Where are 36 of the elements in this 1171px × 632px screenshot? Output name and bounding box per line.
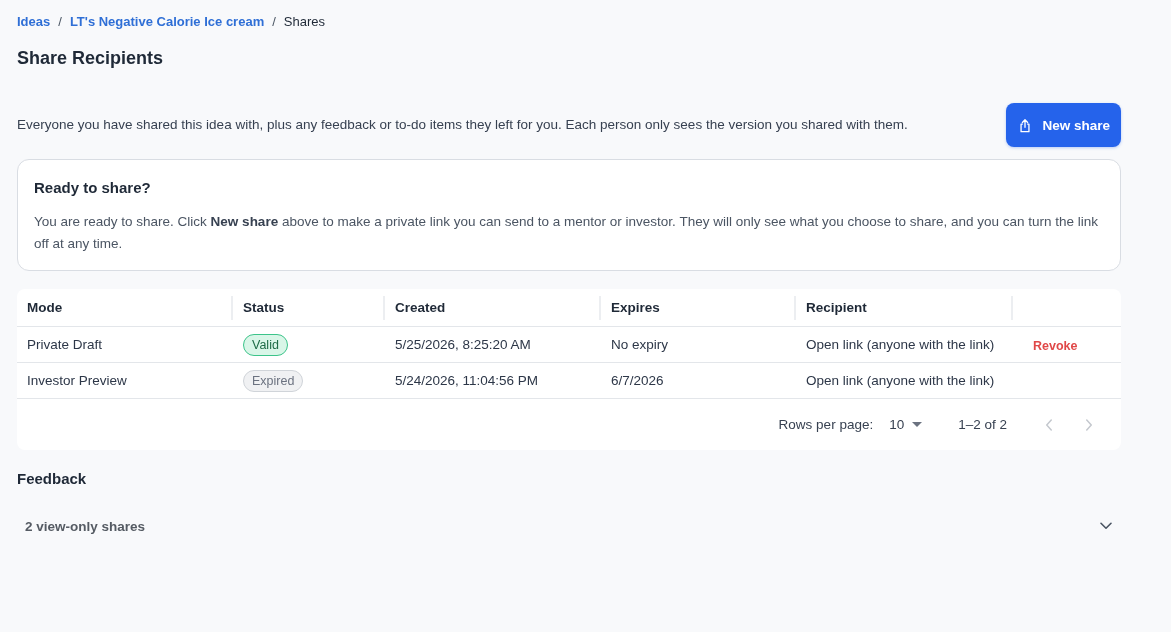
- card-body-text: You are ready to share. Click New share above to make a private link you can send to a mentor or investor. They will only see what you choose to share, and you can turn the link off at any time.: [34, 213, 1100, 253]
- rows-per-page-label: Rows per page:: [778, 417, 874, 432]
- card-title: Ready to share?: [34, 178, 152, 198]
- new-share-button[interactable]: New share: [1006, 103, 1121, 147]
- breadcrumb-link[interactable]: LT's Negative Calorie Ice cream: [69, 13, 265, 31]
- table-cell-text: 6/7/2026: [610, 372, 665, 390]
- share-icon: [1018, 117, 1033, 133]
- section-heading: Feedback: [17, 469, 88, 489]
- column-header: Created: [385, 289, 601, 326]
- column-header: Status: [233, 289, 385, 326]
- caret-icon: [912, 422, 923, 427]
- table-cell-text: Investor Preview: [26, 372, 128, 390]
- breadcrumb-separator: /: [272, 13, 276, 31]
- table-cell-text: Open link (anyone with the link): [805, 336, 996, 354]
- table-cell-text: Open link (anyone with the link): [805, 372, 996, 390]
- chevron-right-icon: [1085, 418, 1093, 431]
- column-header: Expires: [601, 289, 796, 326]
- breadcrumb-current: Shares: [283, 13, 326, 31]
- accordion-header[interactable]: 2 view-only shares: [17, 508, 1121, 544]
- chevron-left-icon: [1045, 418, 1053, 431]
- page-title: Share Recipients: [17, 47, 165, 70]
- description-text: Everyone you have shared this idea with, plus any feedback or to-do items they left for you. Each person only sees the version you shared with them.: [17, 116, 908, 134]
- table-cell-text: Private Draft: [26, 336, 104, 354]
- table-cell-text: No expiry: [610, 336, 670, 354]
- chevron-down-icon: [1100, 522, 1112, 530]
- status-tag: Expired: [243, 369, 304, 392]
- breadcrumb-separator: /: [58, 13, 62, 31]
- table-cell-text: 5/25/2026, 8:25:20 AM: [394, 336, 532, 354]
- revoke-button[interactable]: Revoke: [1023, 335, 1088, 357]
- rows-per-page-select[interactable]: 10: [883, 413, 929, 436]
- column-header: Recipient: [796, 289, 1013, 326]
- status-tag: Valid: [243, 333, 288, 356]
- table-cell-text: 5/24/2026, 11:04:56 PM: [394, 372, 540, 390]
- breadcrumb-link[interactable]: Ideas: [17, 13, 51, 31]
- column-header: Mode: [17, 289, 233, 326]
- page-range: 1–2 of 2: [958, 417, 1007, 432]
